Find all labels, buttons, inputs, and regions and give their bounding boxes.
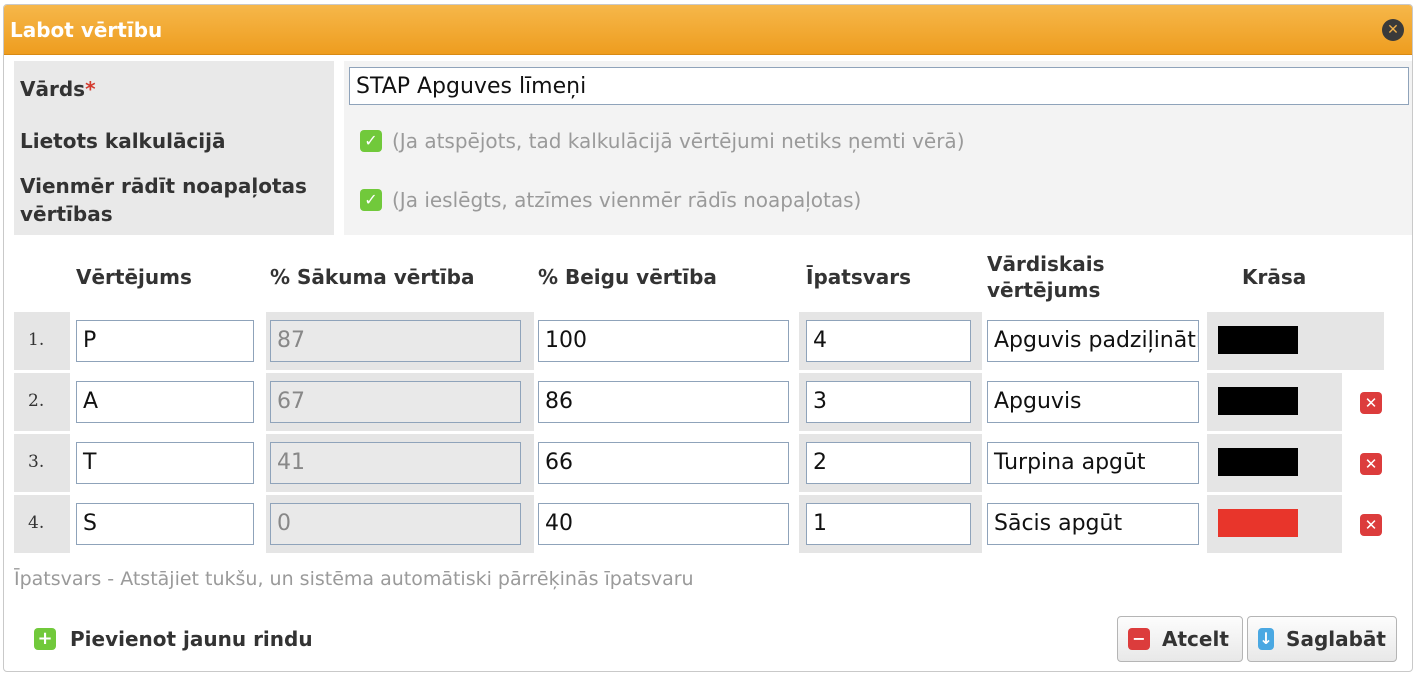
table-row: 3. T 41 66 2 Turpina apgūt ✕ bbox=[14, 434, 1384, 492]
cancel-label: Atcelt bbox=[1162, 627, 1229, 651]
header-start: % Sākuma vērtība bbox=[270, 265, 475, 289]
grade-input[interactable]: S bbox=[76, 503, 254, 545]
save-button[interactable]: ↓ Saglabāt bbox=[1247, 616, 1397, 662]
used-in-calc-row: Lietots kalkulācijā ✓ (Ja atspējots, tad… bbox=[14, 117, 1412, 165]
header-color: Krāsa bbox=[1242, 265, 1307, 289]
close-icon[interactable]: ✕ bbox=[1382, 19, 1404, 41]
dialog-titlebar: Labot vērtību ✕ bbox=[4, 5, 1412, 55]
rounded-checkbox[interactable]: ✓ bbox=[360, 189, 382, 211]
delete-row-icon[interactable]: ✕ bbox=[1360, 453, 1382, 475]
verbal-grade-input[interactable]: Turpina apgūt bbox=[987, 442, 1199, 484]
plus-icon: + bbox=[34, 628, 56, 650]
weight-input[interactable]: 1 bbox=[806, 503, 971, 545]
cancel-button[interactable]: − Atcelt bbox=[1117, 616, 1243, 662]
end-value-input[interactable]: 86 bbox=[538, 381, 789, 423]
weight-input[interactable]: 3 bbox=[806, 381, 971, 423]
rounded-hint: (Ja ieslēgts, atzīmes vienmēr rādīs noap… bbox=[392, 188, 862, 212]
grade-input[interactable]: P bbox=[76, 320, 254, 362]
verbal-grade-input[interactable]: Sācis apgūt bbox=[987, 503, 1199, 545]
delete-row-icon[interactable]: ✕ bbox=[1360, 514, 1382, 536]
required-mark: * bbox=[85, 77, 96, 101]
header-weight: Īpatsvars bbox=[806, 265, 912, 289]
weight-footnote: Īpatsvars - Atstājiet tukšu, un sistēma … bbox=[14, 568, 694, 590]
color-swatch[interactable] bbox=[1218, 509, 1298, 537]
save-label: Saglabāt bbox=[1286, 627, 1386, 651]
used-in-calc-label: Lietots kalkulācijā bbox=[14, 117, 334, 165]
row-number: 2. bbox=[28, 391, 45, 411]
color-swatch[interactable] bbox=[1218, 387, 1298, 415]
table-row: 2. A 67 86 3 Apguvis ✕ bbox=[14, 373, 1384, 431]
grade-input[interactable]: A bbox=[76, 381, 254, 423]
table-row: 4. S 0 40 1 Sācis apgūt ✕ bbox=[14, 495, 1384, 553]
grades-table-header: Vērtējums % Sākuma vērtība % Beigu vērtī… bbox=[14, 239, 1384, 315]
name-input[interactable] bbox=[349, 67, 1409, 105]
color-swatch[interactable] bbox=[1218, 448, 1298, 476]
start-value-input: 0 bbox=[270, 503, 521, 545]
table-row: 1. P 87 100 4 Apguvis padziļināti bbox=[14, 312, 1384, 370]
dialog-title: Labot vērtību bbox=[10, 18, 163, 42]
edit-value-dialog: Labot vērtību ✕ Vārds* Lietots kalkulāci… bbox=[3, 4, 1413, 672]
used-in-calc-hint: (Ja atspējots, tad kalkulācijā vērtējumi… bbox=[392, 129, 965, 153]
end-value-input[interactable]: 40 bbox=[538, 503, 789, 545]
color-swatch[interactable] bbox=[1218, 326, 1298, 354]
row-number: 1. bbox=[28, 330, 45, 350]
start-value-input: 41 bbox=[270, 442, 521, 484]
start-value-input: 87 bbox=[270, 320, 521, 362]
end-value-input[interactable]: 66 bbox=[538, 442, 789, 484]
header-end: % Beigu vērtība bbox=[538, 265, 717, 289]
grade-input[interactable]: T bbox=[76, 442, 254, 484]
minus-icon: − bbox=[1128, 628, 1150, 650]
weight-input[interactable]: 4 bbox=[806, 320, 971, 362]
weight-input[interactable]: 2 bbox=[806, 442, 971, 484]
start-value-input: 67 bbox=[270, 381, 521, 423]
header-verbal: Vārdiskais vērtējums bbox=[987, 252, 1105, 302]
name-label: Vārds * bbox=[14, 61, 334, 117]
used-in-calc-checkbox[interactable]: ✓ bbox=[360, 130, 382, 152]
row-number: 4. bbox=[28, 513, 45, 533]
rounded-label: Vienmēr rādīt noapaļotas vērtības bbox=[14, 165, 334, 235]
delete-row-icon[interactable]: ✕ bbox=[1360, 392, 1382, 414]
verbal-grade-input[interactable]: Apguvis bbox=[987, 381, 1199, 423]
rounded-row: Vienmēr rādīt noapaļotas vērtības ✓ (Ja … bbox=[14, 165, 1412, 235]
download-arrow-icon: ↓ bbox=[1258, 628, 1275, 650]
header-grade: Vērtējums bbox=[76, 265, 192, 289]
end-value-input[interactable]: 100 bbox=[538, 320, 789, 362]
row-number: 3. bbox=[28, 452, 45, 472]
add-row-button[interactable]: + Pievienot jaunu rindu bbox=[34, 627, 313, 651]
verbal-grade-input[interactable]: Apguvis padziļināti bbox=[987, 320, 1199, 362]
add-row-label: Pievienot jaunu rindu bbox=[70, 627, 313, 651]
